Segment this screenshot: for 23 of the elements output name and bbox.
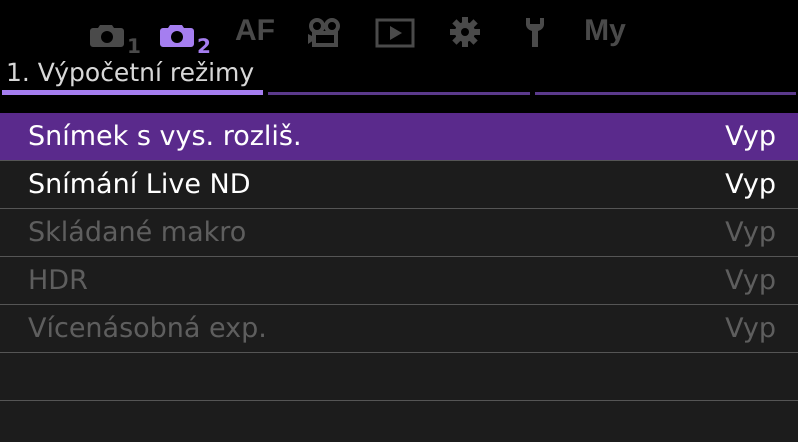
menu-item[interactable]: Snímek s vys. rozliš. Vyp (0, 113, 798, 161)
menu-tab[interactable]: AF (220, 6, 290, 56)
menu-item[interactable]: Snímání Live ND Vyp (0, 161, 798, 209)
menu-tab[interactable]: 2 (150, 6, 220, 56)
wrench-icon (525, 16, 545, 48)
item-value: Vyp (725, 121, 776, 152)
playback-icon (375, 18, 415, 48)
camera-icon (159, 22, 196, 48)
item-value: Vyp (725, 265, 776, 296)
item-label: Snímání Live ND (28, 169, 250, 200)
item-label: Snímek s vys. rozliš. (28, 121, 302, 152)
camera-icon (89, 22, 126, 48)
item-label: HDR (28, 265, 88, 296)
item-label: Vícenásobná exp. (28, 313, 267, 344)
item-value: Vyp (725, 313, 776, 344)
item-label: Skládané makro (28, 217, 246, 248)
video-camera-icon (307, 18, 343, 48)
item-value: Vyp (725, 217, 776, 248)
section-title: 1. Výpočetní režimy (5, 57, 254, 89)
menu-tab[interactable]: 1 (80, 6, 150, 56)
settings-icon (449, 16, 481, 48)
menu-tab[interactable]: My (570, 6, 640, 56)
item-value: Vyp (725, 169, 776, 200)
